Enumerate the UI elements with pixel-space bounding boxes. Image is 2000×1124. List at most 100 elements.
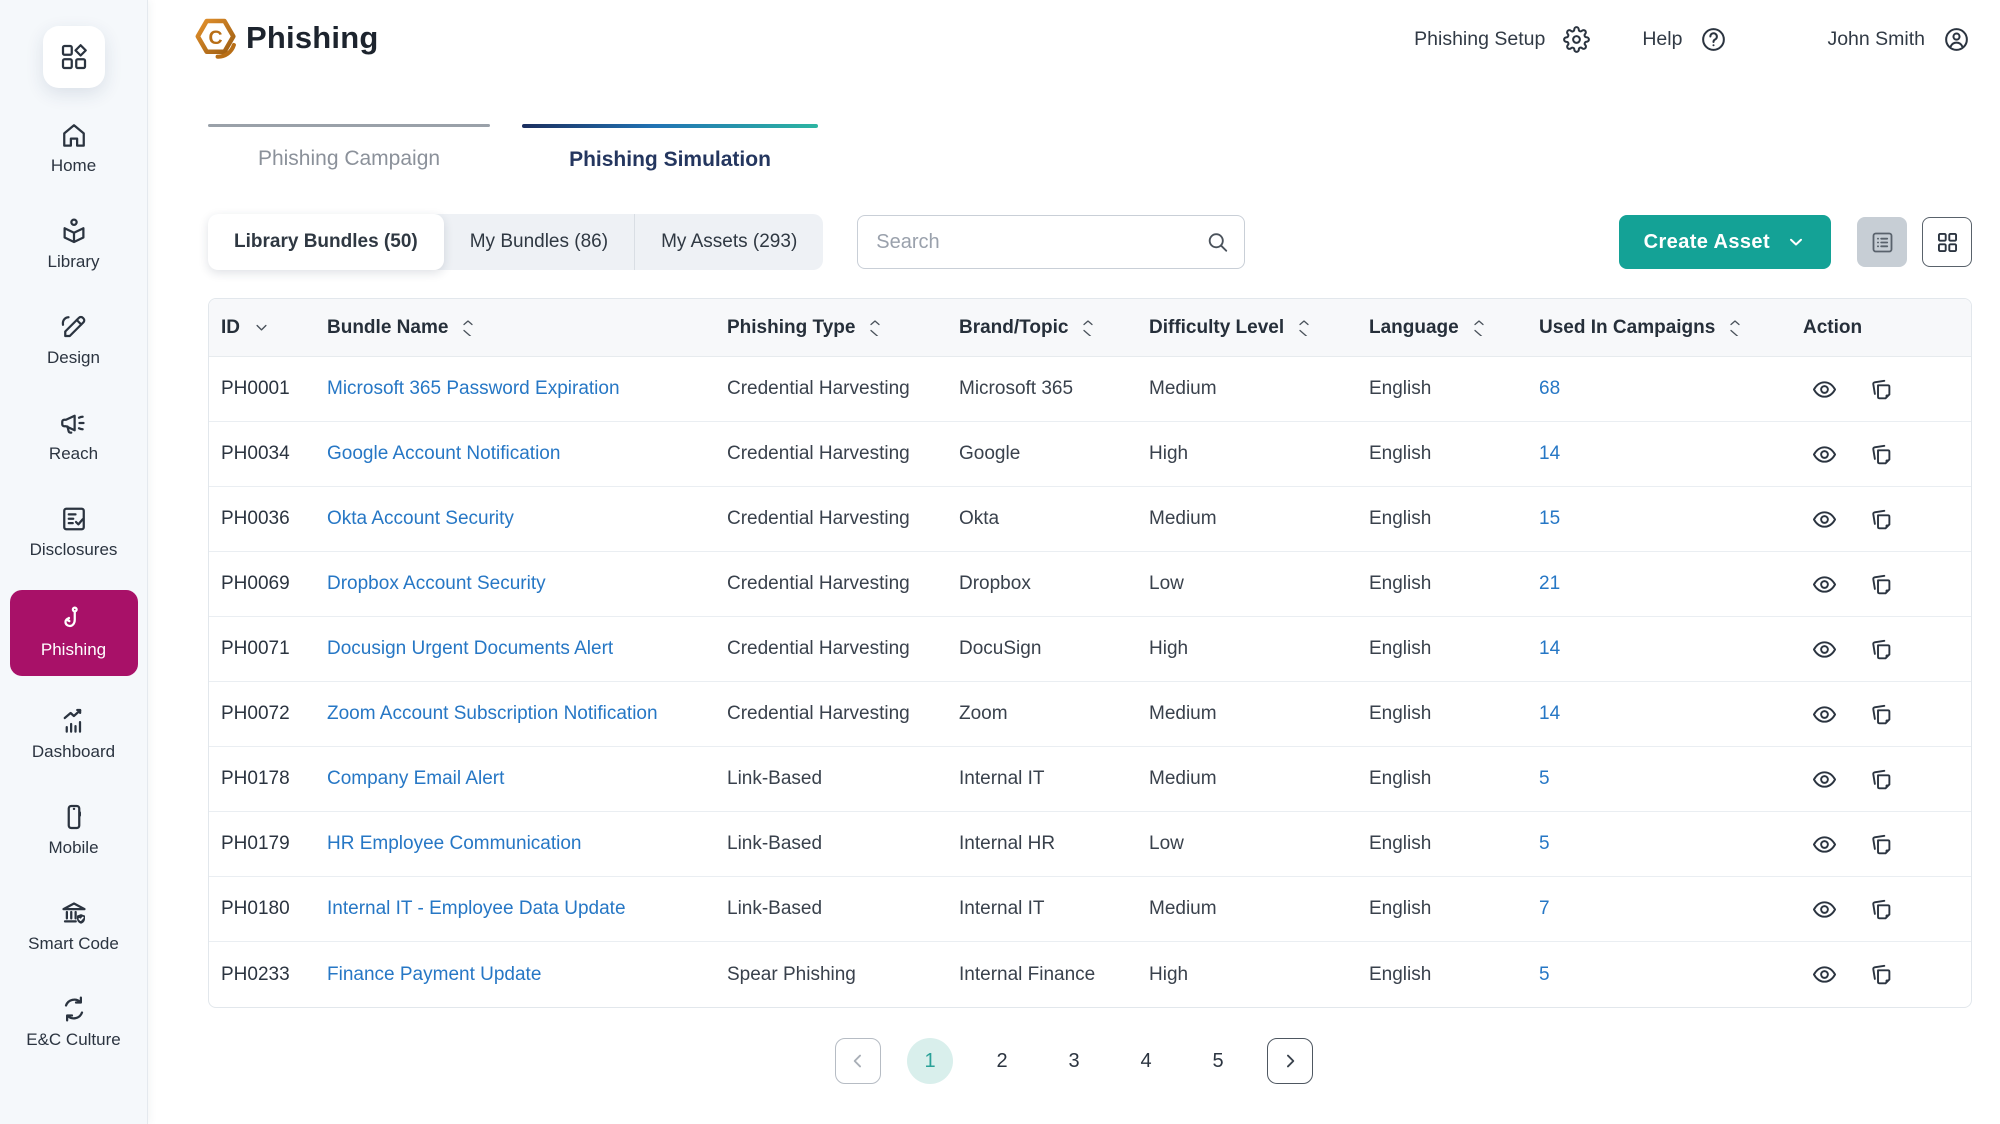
sidebar-item-home[interactable]: Home bbox=[10, 110, 138, 186]
sidebar-item-smart-code[interactable]: Smart Code bbox=[10, 888, 138, 964]
bundle-name-link[interactable]: HR Employee Communication bbox=[327, 833, 727, 855]
table-header-row: IDBundle NamePhishing TypeBrand/TopicDif… bbox=[209, 299, 1971, 357]
bundle-name-link[interactable]: Finance Payment Update bbox=[327, 964, 727, 986]
pagination-page-1[interactable]: 1 bbox=[907, 1038, 953, 1084]
table-row: PH0034 Google Account Notification Crede… bbox=[209, 422, 1971, 487]
column-header-phishing-type[interactable]: Phishing Type bbox=[727, 317, 959, 339]
cell-difficulty-level: Medium bbox=[1149, 508, 1369, 530]
copy-icon[interactable] bbox=[1868, 441, 1895, 468]
apps-menu-button[interactable] bbox=[43, 26, 105, 88]
preview-eye-icon[interactable] bbox=[1811, 831, 1838, 858]
sidebar-item-disclosures[interactable]: Disclosures bbox=[10, 494, 138, 570]
pagination-page-3[interactable]: 3 bbox=[1051, 1038, 1097, 1084]
preview-eye-icon[interactable] bbox=[1811, 441, 1838, 468]
cell-id: PH0071 bbox=[221, 638, 327, 660]
brand-hexagon-icon: C bbox=[190, 12, 242, 64]
used-in-campaigns-link[interactable]: 14 bbox=[1539, 638, 1803, 660]
cell-action bbox=[1803, 961, 1959, 988]
cell-language: English bbox=[1369, 833, 1539, 855]
preview-eye-icon[interactable] bbox=[1811, 766, 1838, 793]
bundle-name-link[interactable]: Internal IT - Employee Data Update bbox=[327, 898, 727, 920]
pagination-next-button[interactable] bbox=[1267, 1038, 1313, 1084]
search-input[interactable] bbox=[857, 215, 1245, 269]
cell-id: PH0036 bbox=[221, 508, 327, 530]
used-in-campaigns-link[interactable]: 14 bbox=[1539, 703, 1803, 725]
table-row: PH0178 Company Email Alert Link-Based In… bbox=[209, 747, 1971, 812]
cell-action bbox=[1803, 571, 1959, 598]
cell-brand-topic: Zoom bbox=[959, 703, 1149, 725]
sidebar-item-library[interactable]: Library bbox=[10, 206, 138, 282]
column-header-used-in-campaigns[interactable]: Used In Campaigns bbox=[1539, 317, 1803, 339]
pagination-page-2[interactable]: 2 bbox=[979, 1038, 1025, 1084]
phishing-setup-link[interactable]: Phishing Setup bbox=[1414, 28, 1545, 51]
sidebar-item-phishing[interactable]: Phishing bbox=[10, 590, 138, 676]
column-header-language[interactable]: Language bbox=[1369, 317, 1539, 339]
sidebar-item-design[interactable]: Design bbox=[10, 302, 138, 378]
bundle-name-link[interactable]: Company Email Alert bbox=[327, 768, 727, 790]
used-in-campaigns-link[interactable]: 7 bbox=[1539, 898, 1803, 920]
copy-icon[interactable] bbox=[1868, 571, 1895, 598]
pagination-page-4[interactable]: 4 bbox=[1123, 1038, 1169, 1084]
bundle-name-link[interactable]: Docusign Urgent Documents Alert bbox=[327, 638, 727, 660]
preview-eye-icon[interactable] bbox=[1811, 636, 1838, 663]
copy-icon[interactable] bbox=[1868, 506, 1895, 533]
tab-phishing-simulation[interactable]: Phishing Simulation bbox=[522, 124, 818, 172]
preview-eye-icon[interactable] bbox=[1811, 376, 1838, 403]
help-link[interactable]: Help bbox=[1642, 28, 1682, 51]
preview-eye-icon[interactable] bbox=[1811, 961, 1838, 988]
used-in-campaigns-link[interactable]: 5 bbox=[1539, 833, 1803, 855]
copy-icon[interactable] bbox=[1868, 636, 1895, 663]
copy-icon[interactable] bbox=[1868, 701, 1895, 728]
copy-icon[interactable] bbox=[1868, 376, 1895, 403]
used-in-campaigns-link[interactable]: 5 bbox=[1539, 768, 1803, 790]
cell-brand-topic: Microsoft 365 bbox=[959, 378, 1149, 400]
user-name[interactable]: John Smith bbox=[1827, 28, 1925, 51]
gear-icon[interactable] bbox=[1563, 26, 1590, 53]
pagination-prev-button[interactable] bbox=[835, 1038, 881, 1084]
bundle-name-link[interactable]: Okta Account Security bbox=[327, 508, 727, 530]
create-asset-button[interactable]: Create Asset bbox=[1619, 215, 1831, 269]
user-avatar-icon[interactable] bbox=[1943, 26, 1970, 53]
copy-icon[interactable] bbox=[1868, 831, 1895, 858]
preview-eye-icon[interactable] bbox=[1811, 506, 1838, 533]
grid-view-toggle[interactable] bbox=[1922, 217, 1972, 267]
chevron-down-icon bbox=[1786, 232, 1806, 252]
sidebar-item-mobile[interactable]: Mobile bbox=[10, 792, 138, 868]
sidebar-item-reach[interactable]: Reach bbox=[10, 398, 138, 474]
column-header-bundle-name[interactable]: Bundle Name bbox=[327, 317, 727, 339]
tab-label: Phishing Simulation bbox=[522, 148, 818, 172]
bundle-name-link[interactable]: Google Account Notification bbox=[327, 443, 727, 465]
preview-eye-icon[interactable] bbox=[1811, 701, 1838, 728]
bundle-name-link[interactable]: Zoom Account Subscription Notification bbox=[327, 703, 727, 725]
bundle-name-link[interactable]: Dropbox Account Security bbox=[327, 573, 727, 595]
preview-eye-icon[interactable] bbox=[1811, 571, 1838, 598]
copy-icon[interactable] bbox=[1868, 961, 1895, 988]
cell-difficulty-level: Low bbox=[1149, 573, 1369, 595]
bundle-name-link[interactable]: Microsoft 365 Password Expiration bbox=[327, 378, 727, 400]
table-row: PH0179 HR Employee Communication Link-Ba… bbox=[209, 812, 1971, 877]
filter-my-bundles-86[interactable]: My Bundles (86) bbox=[444, 214, 634, 270]
list-view-toggle[interactable] bbox=[1857, 217, 1907, 267]
used-in-campaigns-link[interactable]: 21 bbox=[1539, 573, 1803, 595]
tab-indicator bbox=[208, 124, 490, 127]
tab-phishing-campaign[interactable]: Phishing Campaign bbox=[208, 124, 490, 172]
sidebar: Home Library Design Reach Disclosures Ph… bbox=[0, 0, 148, 1124]
filter-library-bundles-50[interactable]: Library Bundles (50) bbox=[208, 214, 444, 270]
filter-my-assets-293[interactable]: My Assets (293) bbox=[634, 214, 823, 270]
cell-phishing-type: Credential Harvesting bbox=[727, 378, 959, 400]
help-question-icon[interactable] bbox=[1700, 26, 1727, 53]
used-in-campaigns-link[interactable]: 68 bbox=[1539, 378, 1803, 400]
sidebar-item-e-c-culture[interactable]: E&C Culture bbox=[10, 984, 138, 1060]
preview-eye-icon[interactable] bbox=[1811, 896, 1838, 923]
column-header-difficulty-level[interactable]: Difficulty Level bbox=[1149, 317, 1369, 339]
pagination-page-5[interactable]: 5 bbox=[1195, 1038, 1241, 1084]
copy-icon[interactable] bbox=[1868, 896, 1895, 923]
used-in-campaigns-link[interactable]: 5 bbox=[1539, 964, 1803, 986]
copy-icon[interactable] bbox=[1868, 766, 1895, 793]
used-in-campaigns-link[interactable]: 15 bbox=[1539, 508, 1803, 530]
column-header-brand-topic[interactable]: Brand/Topic bbox=[959, 317, 1149, 339]
used-in-campaigns-link[interactable]: 14 bbox=[1539, 443, 1803, 465]
cell-action bbox=[1803, 701, 1959, 728]
column-header-id[interactable]: ID bbox=[221, 317, 327, 339]
sidebar-item-dashboard[interactable]: Dashboard bbox=[10, 696, 138, 772]
